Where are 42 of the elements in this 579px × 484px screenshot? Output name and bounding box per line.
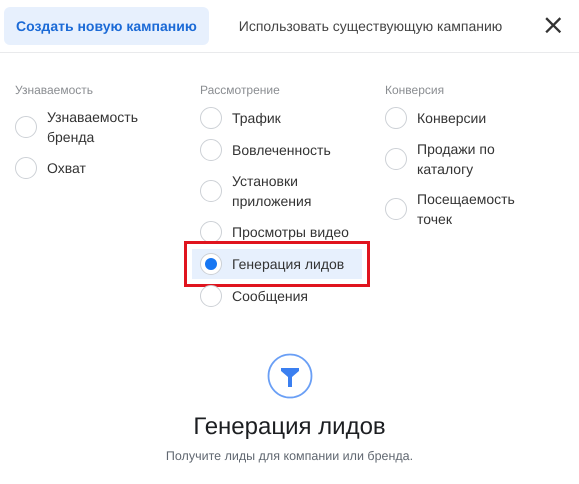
option-label: Узнаваемость бренда xyxy=(47,108,140,147)
radio-button[interactable] xyxy=(200,180,222,202)
objective-title: Генерация лидов xyxy=(193,413,386,441)
option-label: Сообщения xyxy=(232,287,308,306)
radio-button[interactable] xyxy=(385,198,407,220)
column-heading: Конверсия xyxy=(385,83,444,97)
column-heading: Рассмотрение xyxy=(200,83,280,97)
radio-button[interactable] xyxy=(200,285,222,307)
option-label: Вовлеченность xyxy=(232,141,331,160)
objective-option[interactable]: Вовлеченность xyxy=(192,135,362,165)
objective-option[interactable]: Охват xyxy=(7,153,177,183)
objective-option[interactable]: Сообщения xyxy=(192,281,362,311)
close-button[interactable]: × xyxy=(538,11,569,39)
option-label: Генерация лидов xyxy=(232,255,344,274)
radio-button[interactable] xyxy=(385,107,407,129)
objective-option[interactable]: Установки приложения xyxy=(192,167,362,215)
option-label: Просмотры видео xyxy=(232,223,349,242)
tab[interactable]: Создать новую кампанию xyxy=(4,7,209,45)
option-label: Продажи по каталогу xyxy=(417,140,496,179)
objective-option[interactable]: Просмотры видео xyxy=(192,217,362,247)
radio-button[interactable] xyxy=(385,148,407,170)
objective-option[interactable]: Узнаваемость бренда xyxy=(7,103,177,151)
objective-description: Получите лиды для компании или бренда. xyxy=(166,449,414,463)
objective-option[interactable]: Продажи по каталогу xyxy=(377,135,547,183)
tab[interactable]: Использовать существующую кампанию xyxy=(226,7,514,45)
objective-option[interactable]: Генерация лидов xyxy=(192,249,362,279)
radio-button[interactable] xyxy=(200,253,222,275)
objective-option[interactable]: Посещаемость точек xyxy=(377,185,547,233)
option-label: Посещаемость точек xyxy=(417,190,516,229)
radio-button[interactable] xyxy=(15,116,37,138)
funnel-icon xyxy=(266,353,312,399)
option-label: Трафик xyxy=(232,109,281,128)
radio-button[interactable] xyxy=(200,107,222,129)
objective-option[interactable]: Конверсии xyxy=(377,103,547,133)
objective-option[interactable]: Трафик xyxy=(192,103,362,133)
column-heading: Узнаваемость xyxy=(15,83,94,97)
option-label: Охват xyxy=(47,159,86,178)
option-label: Конверсии xyxy=(417,109,486,128)
radio-button[interactable] xyxy=(200,221,222,243)
radio-button[interactable] xyxy=(200,139,222,161)
radio-button[interactable] xyxy=(15,157,37,179)
option-label: Установки приложения xyxy=(232,172,312,211)
